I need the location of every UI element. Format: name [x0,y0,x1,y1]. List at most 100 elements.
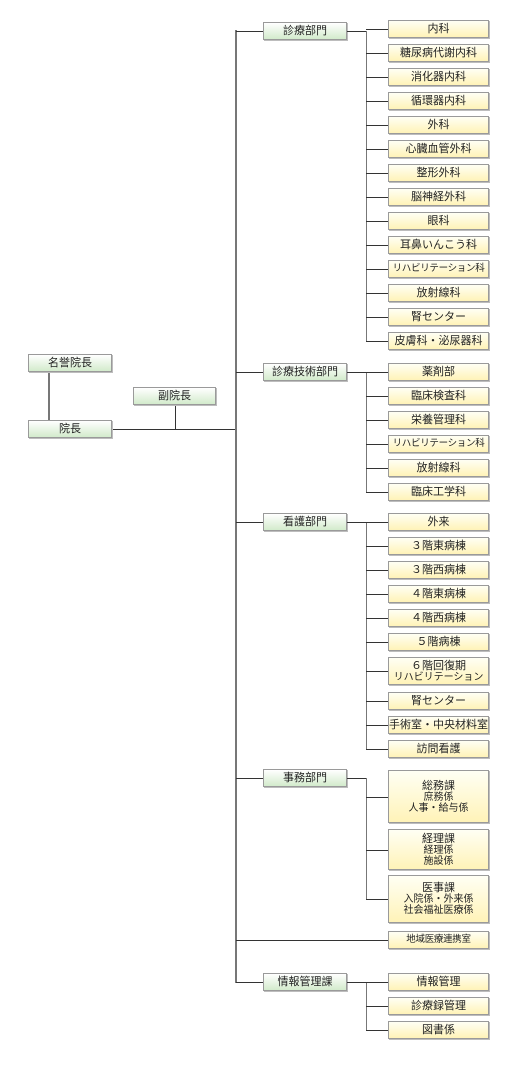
box-sublabel: 庶務係 [423,791,454,803]
child-connector [366,101,388,102]
standalone-connector [236,940,388,941]
child-connector [366,725,388,726]
box-label: 事務部門 [283,771,327,784]
section-box: ６階回復期 リハビリテーション [388,657,489,685]
box-label: ３階西病棟 [411,563,466,576]
department-box: 看護部門 [263,513,347,531]
child-connector [366,149,388,150]
section-box: リハビリテーション科 [388,260,489,278]
sub-trunk [366,522,367,750]
child-connector [366,594,388,595]
section-box: 眼科 [388,212,489,230]
child-connector [366,317,388,318]
child-connector [366,1030,388,1031]
box-label: 眼科 [427,214,450,227]
child-connector [366,671,388,672]
director-connector [112,429,236,430]
box-label: リハビリテーション科 [392,438,485,449]
department-box: 情報管理課 [263,973,347,991]
box-label: 放射線科 [416,461,461,474]
box-label: 心臓血管外科 [405,142,472,155]
section-box: 放射線科 [388,284,489,302]
child-connector [366,197,388,198]
box-label: 院長 [59,422,81,435]
box-label: ６階回復期 [411,658,466,672]
section-box: 薬剤部 [388,363,489,381]
child-connector [366,1006,388,1007]
main-trunk [235,30,237,983]
section-box: 消化器内科 [388,68,489,86]
child-connector [366,444,388,445]
box-label: 図書係 [422,1023,455,1036]
section-box: 臨床工学科 [388,483,489,501]
box-label: 外来 [427,515,450,528]
section-box: 医事課 入院係・外来係 社会福祉医療係 [388,875,489,923]
section-box: 経理課 経理係 施設係 [388,829,489,870]
box-label: 循環器内科 [411,94,466,107]
department-branch [347,778,366,779]
vice-director-connector [175,405,176,429]
sub-trunk [366,372,367,493]
department-branch [347,372,366,373]
child-connector [366,522,388,523]
section-box: 手術室・中央材料室 [388,716,489,734]
box-label: 診療技術部門 [272,365,338,378]
child-connector [366,372,388,373]
child-connector [366,125,388,126]
child-connector [366,245,388,246]
child-connector [366,396,388,397]
section-box: 耳鼻いんこう科 [388,236,489,254]
box-label: 名誉院長 [48,356,92,369]
child-connector [366,899,388,900]
child-connector [366,546,388,547]
box-label: ４階西病棟 [411,611,466,624]
child-connector [366,850,388,851]
section-box: 腎センター [388,692,489,710]
honorary-director-box: 名誉院長 [28,354,112,372]
box-label: 地域医療連携室 [406,934,471,945]
section-box: 図書係 [388,1021,489,1039]
section-box: ５階病棟 [388,633,489,651]
section-box: ４階東病棟 [388,585,489,603]
child-connector [366,53,388,54]
box-label: 看護部門 [283,515,327,528]
section-box: 心臓血管外科 [388,140,489,158]
child-connector [366,749,388,750]
department-box: 診療技術部門 [263,363,347,381]
box-label: 腎センター [411,310,466,323]
section-box: 皮膚科・泌尿器科 [388,332,489,350]
department-branch [347,31,366,32]
department-box: 診療部門 [263,22,347,40]
section-box: 放射線科 [388,459,489,477]
child-connector [366,797,388,798]
child-connector [366,420,388,421]
child-connector [366,293,388,294]
box-label: 栄養管理科 [411,413,466,426]
department-branch [347,522,366,523]
section-box: 訪問看護 [388,740,489,758]
department-connector [236,372,263,373]
section-box: 情報管理 [388,973,489,991]
section-box: 外来 [388,513,489,531]
section-box: 脳神経外科 [388,188,489,206]
child-connector [366,269,388,270]
box-sublabel: 入院係・外来係 [403,894,474,905]
box-label: ４階東病棟 [411,587,466,600]
box-label: 総務課 [422,778,455,792]
box-sublabel: リハビリテーション [393,671,484,683]
child-connector [366,468,388,469]
box-sublabel: 人事・給与係 [408,802,469,814]
department-box: 事務部門 [263,769,347,787]
box-label: 訪問看護 [416,742,461,755]
box-sublabel: 施設係 [423,855,454,867]
child-connector [366,701,388,702]
department-connector [236,778,263,779]
section-box: 総務課 庶務係 人事・給与係 [388,770,489,823]
box-label: 診療部門 [283,24,327,37]
box-label: 外科 [427,118,450,131]
box-label: 情報管理 [416,975,461,988]
box-label: 放射線科 [416,286,461,299]
box-label: 診療録管理 [411,999,466,1012]
box-label: 薬剤部 [422,365,455,378]
child-connector [366,77,388,78]
